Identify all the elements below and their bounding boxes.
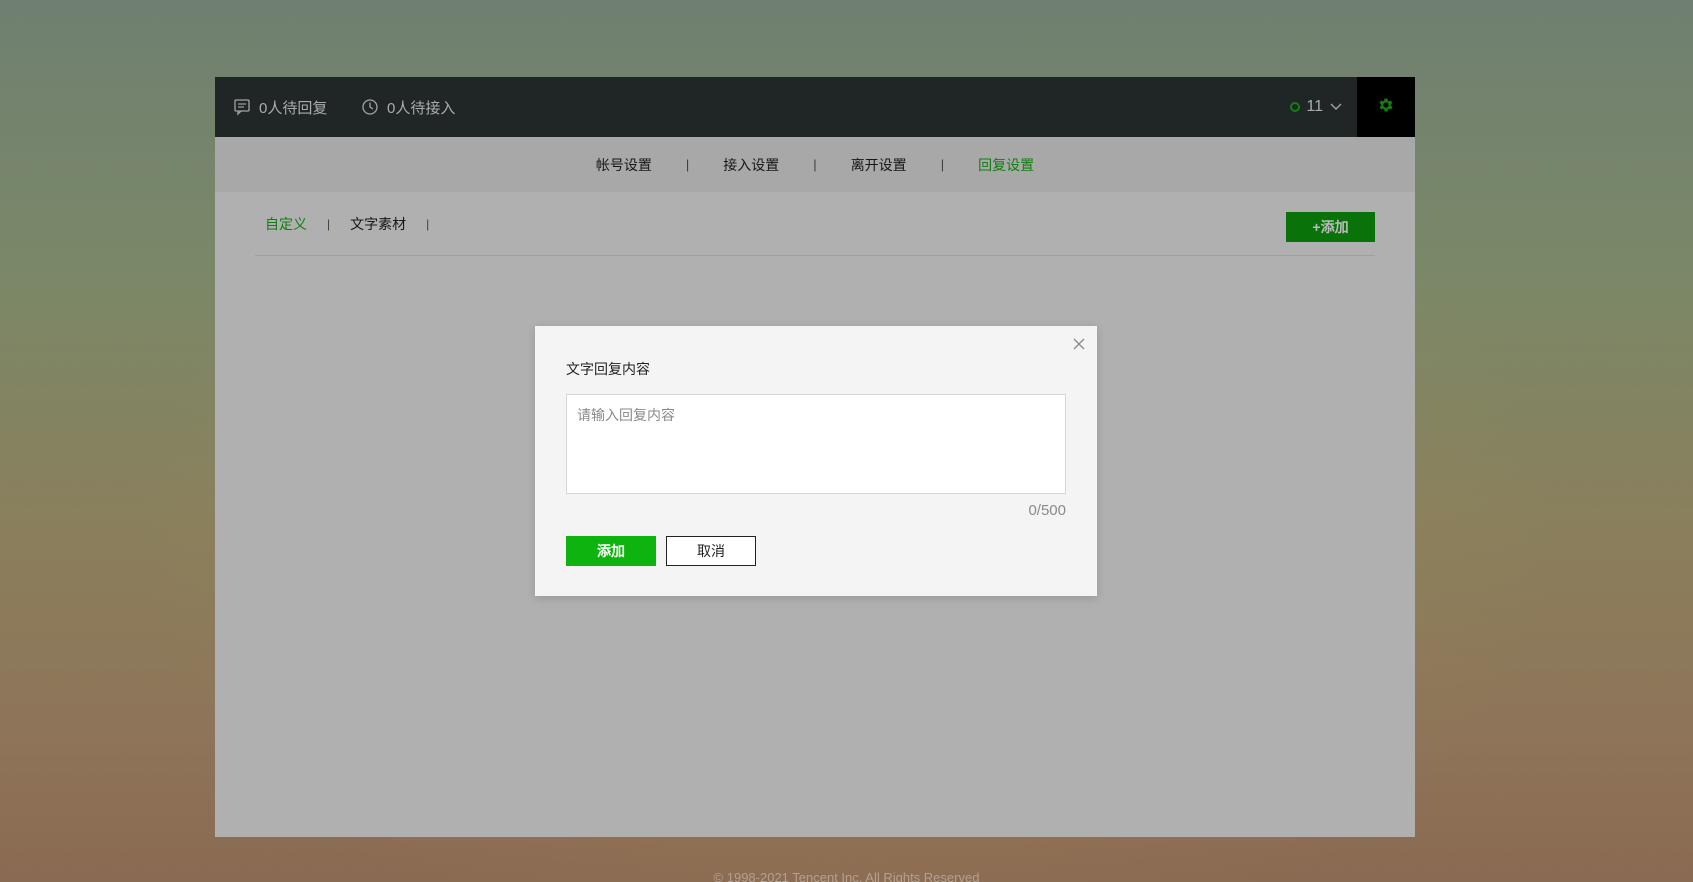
copyright-footer: © 1998-2021 Tencent Inc. All Rights Rese… — [713, 870, 980, 882]
text-reply-dialog: 文字回复内容 0/500 添加 取消 — [535, 326, 1097, 596]
confirm-add-button[interactable]: 添加 — [566, 536, 656, 566]
dialog-title: 文字回复内容 — [566, 361, 650, 377]
reply-content-input[interactable] — [566, 394, 1066, 494]
cancel-button[interactable]: 取消 — [666, 536, 756, 566]
char-counter: 0/500 — [1028, 502, 1066, 519]
close-icon[interactable] — [1071, 336, 1087, 352]
